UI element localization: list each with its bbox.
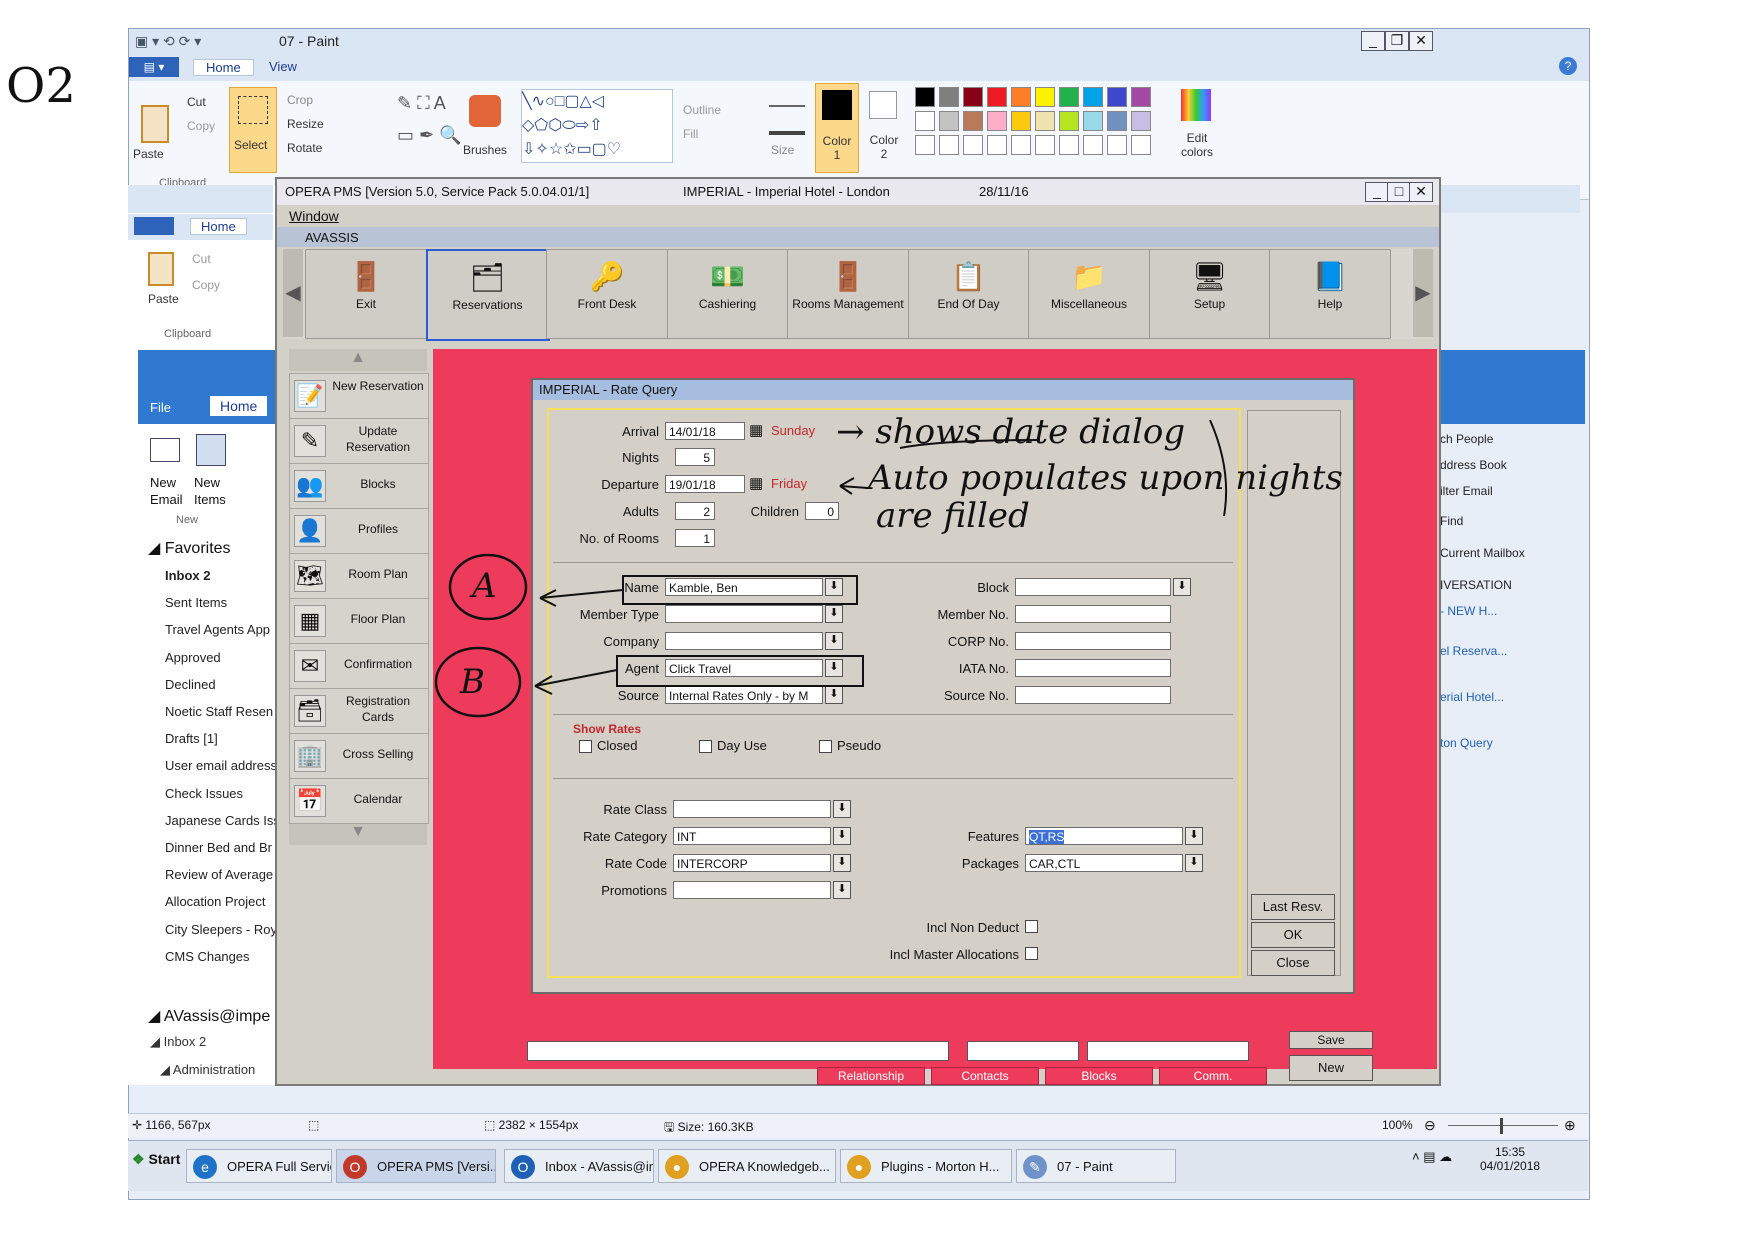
taskbar-label-2: Inbox - AVassis@im... xyxy=(545,1159,653,1174)
paint-status-bar: ✛ 1166, 567px ⬚ ⬚ 2382 × 1554px 🖫 Size: … xyxy=(128,1113,1588,1138)
name-highlight-box xyxy=(622,575,858,605)
taskbar-label-0: OPERA Full Service ... xyxy=(227,1159,331,1174)
file-size-value: Size: 160.3KB xyxy=(677,1120,754,1134)
arrow-a xyxy=(539,589,624,607)
image-dimensions: ⬚ 2382 × 1554px xyxy=(484,1118,579,1132)
zoom-out-icon[interactable]: ⊖ xyxy=(1424,1117,1436,1134)
clock[interactable]: 15:35 04/01/2018 xyxy=(1480,1145,1540,1173)
agent-highlight-box xyxy=(616,655,864,687)
taskbar-app-icon-0: e xyxy=(193,1155,217,1179)
circle-a-label: A xyxy=(472,566,497,606)
start-icon: ❖ xyxy=(132,1151,145,1167)
taskbar-label-5: 07 - Paint xyxy=(1057,1159,1113,1174)
taskbar-app-icon-5: ✎ xyxy=(1023,1155,1047,1179)
auto-populate-annotation: Auto populates upon nights xyxy=(868,458,1343,498)
taskbar-app-icon-3: ● xyxy=(665,1155,689,1179)
clock-date: 04/01/2018 xyxy=(1480,1159,1541,1173)
taskbar-label-3: OPERA Knowledgeb... xyxy=(699,1159,830,1174)
cursor-position: ✛ 1166, 567px xyxy=(132,1118,211,1132)
taskbar-label-4: Plugins - Morton H... xyxy=(881,1159,1000,1174)
cursor-position-value: 1166, 567px xyxy=(145,1118,211,1132)
start-label: Start xyxy=(148,1151,181,1167)
taskbar: ❖ Start e OPERA Full Service ... O OPERA PM… xyxy=(128,1140,1588,1191)
file-size: 🖫 Size: 160.3KB xyxy=(664,1120,754,1134)
zoom-slider[interactable] xyxy=(1448,1125,1558,1126)
taskbar-item-1[interactable]: O OPERA PMS [Versi... xyxy=(336,1149,496,1183)
arrow-nights xyxy=(839,477,869,495)
show-date-annotation: → shows date dialog xyxy=(836,412,1186,452)
taskbar-item-0[interactable]: e OPERA Full Service ... xyxy=(186,1149,332,1183)
taskbar-item-5[interactable]: ✎ 07 - Paint xyxy=(1016,1149,1176,1183)
taskbar-item-3[interactable]: ● OPERA Knowledgeb... xyxy=(658,1149,836,1183)
taskbar-item-4[interactable]: ● Plugins - Morton H... xyxy=(840,1149,1012,1183)
zoom-in-icon[interactable]: ⊕ xyxy=(1564,1117,1576,1134)
taskbar-label-1: OPERA PMS [Versi... xyxy=(377,1159,496,1174)
clock-time: 15:35 xyxy=(1495,1145,1526,1159)
zoom-level: 100% xyxy=(1382,1118,1413,1132)
taskbar-item-2[interactable]: O Inbox - AVassis@im... xyxy=(504,1149,654,1183)
selection-icon: ⬚ xyxy=(308,1118,320,1132)
taskbar-app-icon-2: O xyxy=(511,1155,535,1179)
image-dimensions-value: 2382 × 1554px xyxy=(498,1118,579,1132)
arrow-b xyxy=(534,669,618,695)
tray-icons[interactable]: ˄ ▤ ☁ xyxy=(1412,1149,1452,1165)
taskbar-app-icon-4: ● xyxy=(847,1155,871,1179)
auto-populate-annotation-2: are filled xyxy=(876,496,1030,536)
taskbar-app-icon-1: O xyxy=(343,1155,367,1179)
zoom-slider-thumb[interactable] xyxy=(1500,1118,1503,1134)
circle-b-label: B xyxy=(460,662,485,702)
handwritten-annotations xyxy=(434,419,1228,718)
start-button[interactable]: ❖ Start xyxy=(132,1151,180,1168)
